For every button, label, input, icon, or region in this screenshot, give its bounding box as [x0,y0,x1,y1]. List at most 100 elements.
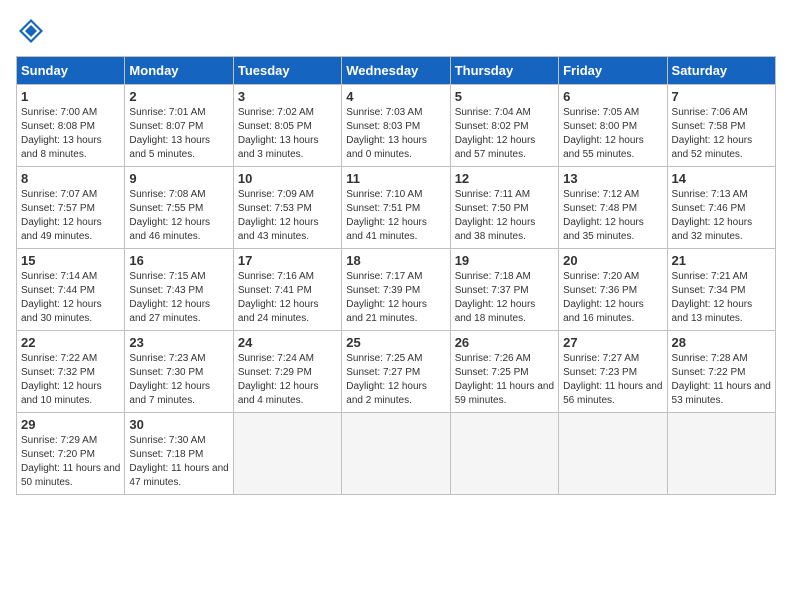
logo [16,16,50,46]
day-info: Sunrise: 7:04 AMSunset: 8:02 PMDaylight:… [455,106,554,162]
day-info: Sunrise: 7:13 AMSunset: 7:46 PMDaylight:… [672,188,771,244]
calendar-day-cell: 14 Sunrise: 7:13 AMSunset: 7:46 PMDayligh… [667,167,775,249]
day-number: 21 [672,253,771,268]
calendar-day-cell: 5 Sunrise: 7:04 AMSunset: 8:02 PMDaylight… [450,85,558,167]
calendar-week-row: 22 Sunrise: 7:22 AMSunset: 7:32 PMDayligh… [17,331,776,413]
day-number: 24 [238,335,337,350]
column-header-saturday: Saturday [667,57,775,85]
calendar-day-cell [233,413,341,495]
day-info: Sunrise: 7:02 AMSunset: 8:05 PMDaylight:… [238,106,337,162]
column-header-wednesday: Wednesday [342,57,450,85]
day-info: Sunrise: 7:15 AMSunset: 7:43 PMDaylight:… [129,270,228,326]
calendar-day-cell: 17 Sunrise: 7:16 AMSunset: 7:41 PMDayligh… [233,249,341,331]
calendar-day-cell: 1Sunrise: 7:00 AMSunset: 8:08 PMDaylight… [17,85,125,167]
calendar-day-cell: 10Sunrise: 7:09 AMSunset: 7:53 PMDayligh… [233,167,341,249]
day-number: 23 [129,335,228,350]
calendar-day-cell [342,413,450,495]
calendar-day-cell [559,413,667,495]
day-number: 9 [129,171,228,186]
calendar-day-cell: 29 Sunrise: 7:29 AMSunset: 7:20 PMDayligh… [17,413,125,495]
calendar-week-row: 15 Sunrise: 7:14 AMSunset: 7:44 PMDayligh… [17,249,776,331]
calendar-week-row: 1Sunrise: 7:00 AMSunset: 8:08 PMDaylight… [17,85,776,167]
calendar-week-row: 29 Sunrise: 7:29 AMSunset: 7:20 PMDayligh… [17,413,776,495]
calendar-day-cell [450,413,558,495]
logo-icon [16,16,46,46]
calendar-day-cell: 15 Sunrise: 7:14 AMSunset: 7:44 PMDayligh… [17,249,125,331]
day-info: Sunrise: 7:14 AMSunset: 7:44 PMDaylight:… [21,270,120,326]
day-info: Sunrise: 7:25 AMSunset: 7:27 PMDaylight:… [346,352,445,408]
day-number: 29 [21,417,120,432]
day-info: Sunrise: 7:28 AMSunset: 7:22 PMDaylight:… [672,352,771,408]
day-info: Sunrise: 7:10 AMSunset: 7:51 PMDaylight:… [346,188,445,244]
day-number: 27 [563,335,662,350]
calendar-day-cell: 30 Sunrise: 7:30 AMSunset: 7:18 PMDayligh… [125,413,233,495]
day-info: Sunrise: 7:22 AMSunset: 7:32 PMDaylight:… [21,352,120,408]
calendar-day-cell: 27 Sunrise: 7:27 AMSunset: 7:23 PMDayligh… [559,331,667,413]
calendar-day-cell: 19Sunrise: 7:18 AMSunset: 7:37 PMDayligh… [450,249,558,331]
day-number: 7 [672,89,771,104]
day-info: Sunrise: 7:27 AMSunset: 7:23 PMDaylight:… [563,352,662,408]
day-info: Sunrise: 7:06 AMSunset: 7:58 PMDaylight:… [672,106,771,162]
calendar-header-row: SundayMondayTuesdayWednesdayThursdayFrid… [17,57,776,85]
calendar-day-cell: 16 Sunrise: 7:15 AMSunset: 7:43 PMDayligh… [125,249,233,331]
day-info: Sunrise: 7:20 AMSunset: 7:36 PMDaylight:… [563,270,662,326]
day-number: 26 [455,335,554,350]
calendar-day-cell: 24Sunrise: 7:24 AMSunset: 7:29 PMDayligh… [233,331,341,413]
day-number: 13 [563,171,662,186]
day-number: 3 [238,89,337,104]
calendar-day-cell: 20 Sunrise: 7:20 AMSunset: 7:36 PMDayligh… [559,249,667,331]
calendar-table: SundayMondayTuesdayWednesdayThursdayFrid… [16,56,776,495]
column-header-thursday: Thursday [450,57,558,85]
calendar-day-cell: 7 Sunrise: 7:06 AMSunset: 7:58 PMDaylight… [667,85,775,167]
calendar-day-cell: 18Sunrise: 7:17 AMSunset: 7:39 PMDayligh… [342,249,450,331]
day-number: 15 [21,253,120,268]
day-info: Sunrise: 7:23 AMSunset: 7:30 PMDaylight:… [129,352,228,408]
calendar-day-cell: 4 Sunrise: 7:03 AMSunset: 8:03 PMDaylight… [342,85,450,167]
day-number: 16 [129,253,228,268]
calendar-day-cell: 22 Sunrise: 7:22 AMSunset: 7:32 PMDayligh… [17,331,125,413]
calendar-day-cell: 11 Sunrise: 7:10 AMSunset: 7:51 PMDayligh… [342,167,450,249]
calendar-day-cell [667,413,775,495]
day-number: 4 [346,89,445,104]
calendar-day-cell: 25Sunrise: 7:25 AMSunset: 7:27 PMDayligh… [342,331,450,413]
calendar-day-cell: 26 Sunrise: 7:26 AMSunset: 7:25 PMDayligh… [450,331,558,413]
day-number: 22 [21,335,120,350]
calendar-day-cell: 9 Sunrise: 7:08 AMSunset: 7:55 PMDaylight… [125,167,233,249]
day-info: Sunrise: 7:07 AMSunset: 7:57 PMDaylight:… [21,188,120,244]
day-info: Sunrise: 7:11 AMSunset: 7:50 PMDaylight:… [455,188,554,244]
calendar-day-cell: 23 Sunrise: 7:23 AMSunset: 7:30 PMDayligh… [125,331,233,413]
calendar-day-cell: 8 Sunrise: 7:07 AMSunset: 7:57 PMDaylight… [17,167,125,249]
calendar-day-cell: 2 Sunrise: 7:01 AMSunset: 8:07 PMDaylight… [125,85,233,167]
day-info: Sunrise: 7:01 AMSunset: 8:07 PMDaylight:… [129,106,228,162]
column-header-friday: Friday [559,57,667,85]
day-info: Sunrise: 7:17 AMSunset: 7:39 PMDaylight:… [346,270,445,326]
day-info: Sunrise: 7:21 AMSunset: 7:34 PMDaylight:… [672,270,771,326]
day-number: 5 [455,89,554,104]
day-info: Sunrise: 7:30 AMSunset: 7:18 PMDaylight:… [129,434,228,490]
day-number: 20 [563,253,662,268]
day-number: 6 [563,89,662,104]
day-info: Sunrise: 7:12 AMSunset: 7:48 PMDaylight:… [563,188,662,244]
day-info: Sunrise: 7:03 AMSunset: 8:03 PMDaylight:… [346,106,445,162]
calendar-week-row: 8 Sunrise: 7:07 AMSunset: 7:57 PMDaylight… [17,167,776,249]
day-number: 11 [346,171,445,186]
day-number: 14 [672,171,771,186]
day-info: Sunrise: 7:08 AMSunset: 7:55 PMDaylight:… [129,188,228,244]
day-number: 2 [129,89,228,104]
day-info: Sunrise: 7:29 AMSunset: 7:20 PMDaylight:… [21,434,120,490]
column-header-sunday: Sunday [17,57,125,85]
day-info: Sunrise: 7:16 AMSunset: 7:41 PMDaylight:… [238,270,337,326]
calendar-day-cell: 21 Sunrise: 7:21 AMSunset: 7:34 PMDayligh… [667,249,775,331]
calendar-day-cell: 3 Sunrise: 7:02 AMSunset: 8:05 PMDaylight… [233,85,341,167]
day-number: 30 [129,417,228,432]
day-info: Sunrise: 7:26 AMSunset: 7:25 PMDaylight:… [455,352,554,408]
day-number: 8 [21,171,120,186]
calendar-day-cell: 6Sunrise: 7:05 AMSunset: 8:00 PMDaylight… [559,85,667,167]
day-info: Sunrise: 7:18 AMSunset: 7:37 PMDaylight:… [455,270,554,326]
day-number: 12 [455,171,554,186]
day-number: 28 [672,335,771,350]
day-number: 17 [238,253,337,268]
column-header-monday: Monday [125,57,233,85]
calendar-body: 1Sunrise: 7:00 AMSunset: 8:08 PMDaylight… [17,85,776,495]
day-number: 10 [238,171,337,186]
